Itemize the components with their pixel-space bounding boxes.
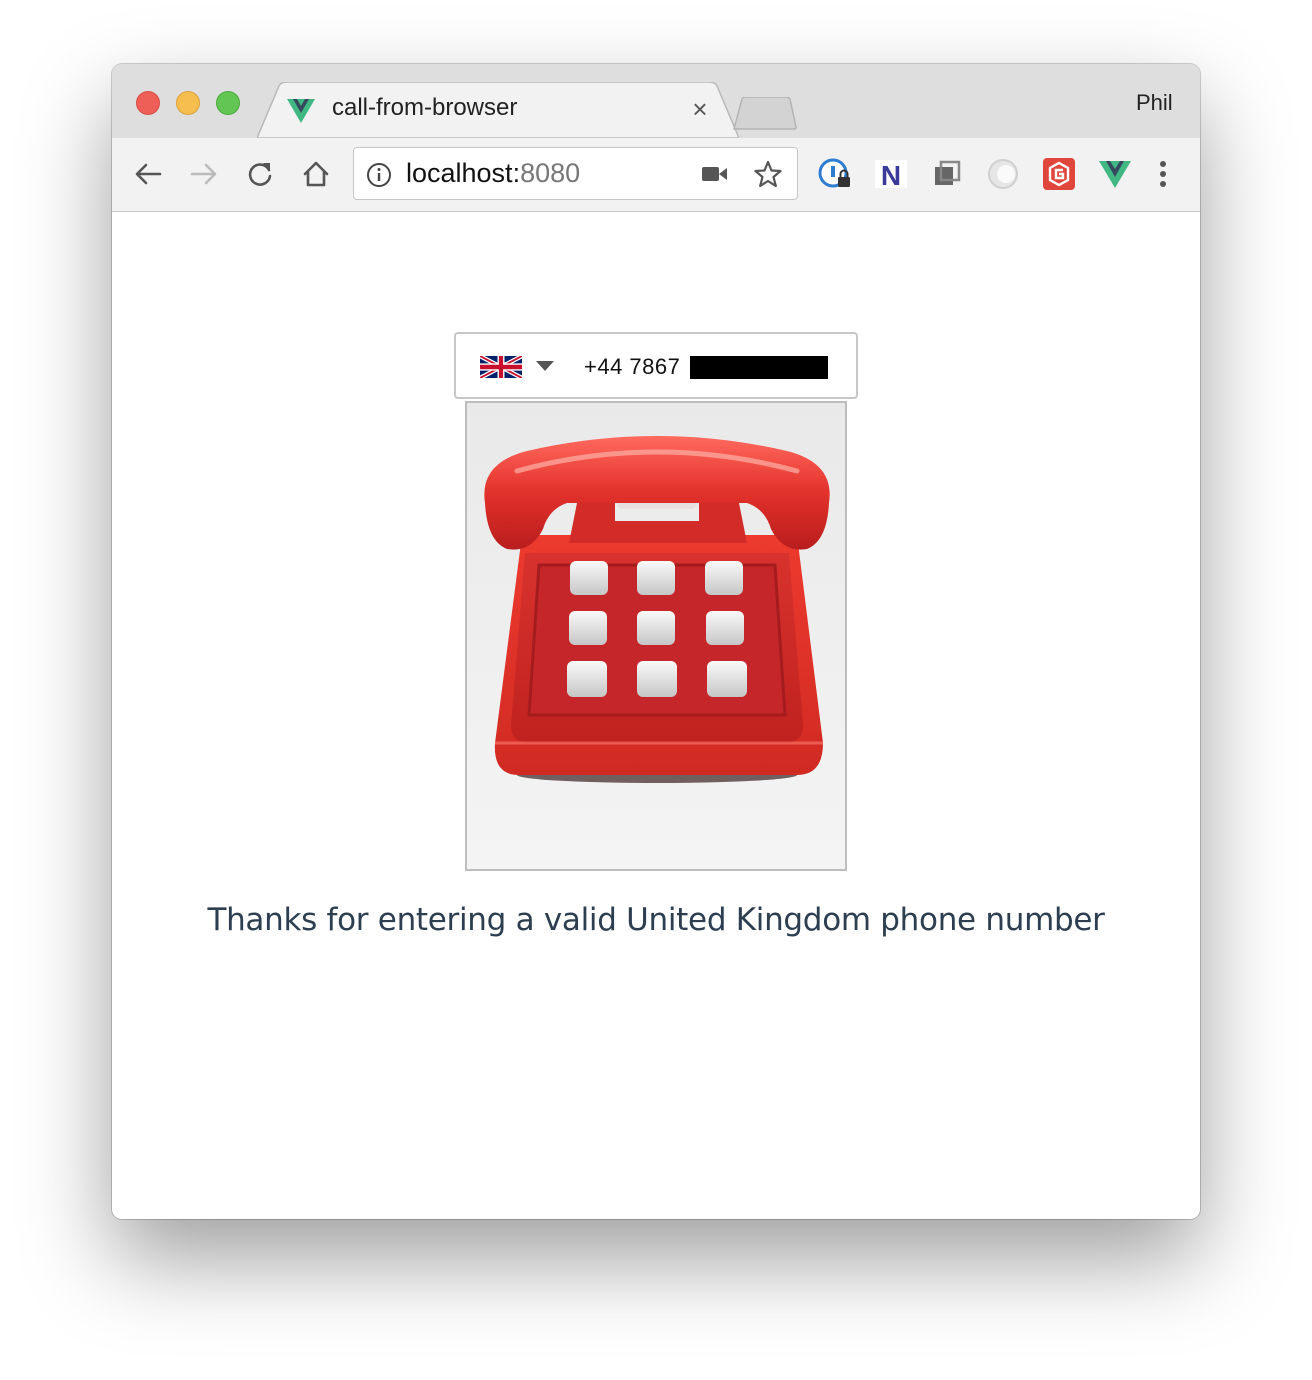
maximize-window-button[interactable] [216, 91, 240, 115]
country-dropdown-caret-icon[interactable] [536, 361, 554, 371]
reload-icon[interactable] [244, 158, 276, 190]
home-icon[interactable] [300, 158, 332, 190]
info-icon[interactable] [366, 162, 392, 188]
url-text[interactable]: localhost:8080 [406, 158, 580, 189]
phone-number-field[interactable]: +44 7867 [454, 332, 858, 399]
tab-title: call-from-browser [332, 94, 518, 121]
telephone-icon [484, 436, 830, 783]
vue-devtools-icon[interactable] [1098, 157, 1132, 191]
svg-text:N: N [881, 160, 901, 191]
red-extension-icon[interactable] [1042, 157, 1076, 191]
phone-number-input[interactable]: +44 7867 [584, 354, 680, 380]
camera-icon[interactable] [702, 164, 728, 184]
title-bar: call-from-browser × Phil [112, 64, 1200, 138]
n-extension-icon[interactable]: N [874, 157, 908, 191]
new-tab-button[interactable] [732, 97, 798, 131]
password-manager-icon[interactable] [818, 157, 852, 191]
tab-call-from-browser[interactable]: call-from-browser × [257, 82, 739, 138]
success-message: Thanks for entering a valid United Kingd… [207, 902, 1105, 938]
minimize-window-button[interactable] [176, 91, 200, 115]
profile-name[interactable]: Phil [1136, 90, 1173, 116]
back-arrow-icon[interactable] [132, 158, 164, 190]
url-host: localhost: [406, 158, 521, 188]
redacted-digits [690, 356, 828, 379]
address-bar[interactable]: localhost:8080 [353, 147, 798, 200]
url-port: 8080 [520, 158, 581, 188]
bookmark-star-icon[interactable] [754, 160, 782, 188]
forward-arrow-icon[interactable] [188, 158, 220, 190]
telephone-image [465, 401, 847, 871]
page-content: +44 7867 Thanks for entering a valid Uni… [112, 212, 1200, 1219]
browser-window: call-from-browser × Phil localhost:8080 … [112, 64, 1200, 1219]
menu-kebab-icon[interactable] [1148, 157, 1178, 191]
browser-toolbar: localhost:8080 N [112, 138, 1200, 212]
circle-extension-icon[interactable] [986, 157, 1020, 191]
gb-flag-icon[interactable] [480, 356, 522, 378]
copy-extension-icon[interactable] [930, 157, 964, 191]
vue-logo-icon [287, 99, 315, 123]
close-window-button[interactable] [136, 91, 160, 115]
tab-close-icon[interactable]: × [687, 96, 713, 122]
